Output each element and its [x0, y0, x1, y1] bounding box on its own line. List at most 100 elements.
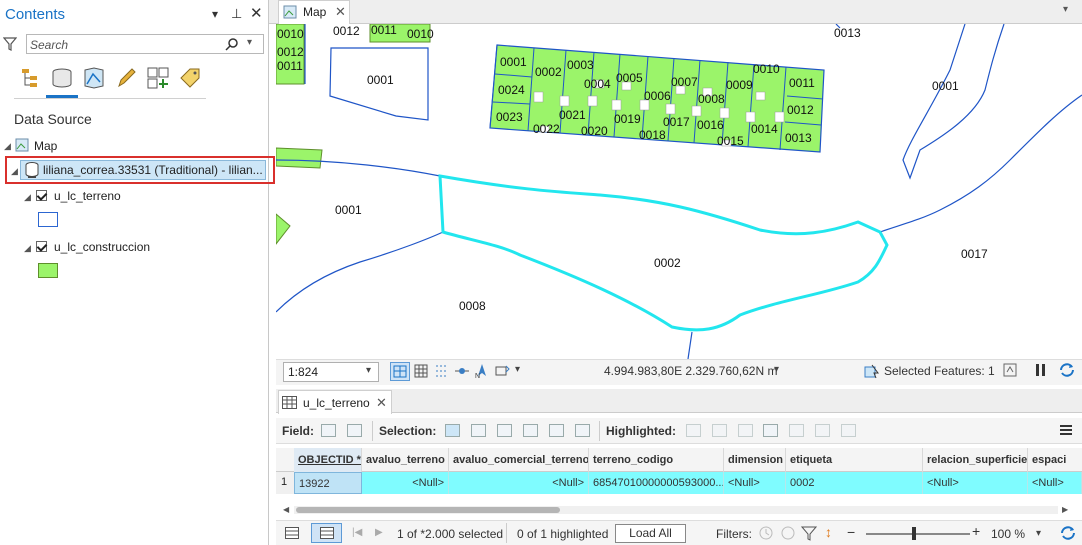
selected-parcel-0002[interactable]: [438, 174, 889, 332]
add-field-icon[interactable]: [321, 424, 336, 437]
pan-to-highlighted-icon[interactable]: [712, 424, 727, 437]
refresh-map-icon[interactable]: [1003, 363, 1017, 380]
list-by-snapping-icon[interactable]: [146, 66, 170, 90]
data-source-expander[interactable]: ◢: [11, 166, 18, 177]
first-record-icon[interactable]: |◀: [352, 527, 362, 538]
grid-icon[interactable]: [414, 364, 428, 381]
unselect-highlighted-icon[interactable]: [789, 424, 804, 437]
range-filter-icon[interactable]: [780, 525, 796, 544]
row-selector[interactable]: 1: [276, 472, 295, 494]
selected-features-label[interactable]: Selected Features: 1: [884, 364, 995, 378]
building-left-low[interactable]: [276, 213, 291, 245]
table-zoom-dropdown-icon[interactable]: ▾: [1036, 528, 1041, 539]
switch-selection-icon[interactable]: [497, 424, 512, 437]
map-canvas[interactable]: 0010 0012 0011 0012 0011 0010 0001 0013 …: [276, 24, 1082, 359]
map-tab-menu-icon[interactable]: ▾: [1063, 4, 1068, 15]
show-selected-records-icon[interactable]: [311, 523, 342, 543]
list-by-data-source-icon[interactable]: [50, 66, 74, 90]
flash-highlighted-icon[interactable]: [738, 424, 753, 437]
search-input[interactable]: Search ▾: [26, 34, 264, 54]
list-by-labeling-icon[interactable]: [178, 66, 202, 90]
time-filter-icon[interactable]: [758, 525, 774, 544]
scale-selector[interactable]: 1:824 ▾: [283, 362, 379, 382]
clear-selection-icon[interactable]: [549, 424, 564, 437]
zoom-to-selection-icon[interactable]: [471, 424, 486, 437]
navigation-dropdown-icon[interactable]: ▾: [515, 364, 520, 375]
pane-menu-icon[interactable]: ▾: [212, 7, 218, 21]
list-by-editing-icon[interactable]: [114, 66, 138, 90]
table-options-menu-icon[interactable]: [1059, 423, 1073, 440]
map-drawing[interactable]: 0010 0012 0011 0012 0011 0010 0001 0013 …: [276, 24, 1082, 359]
terreno-layer-label[interactable]: u_lc_terreno: [54, 189, 121, 203]
terreno-expander[interactable]: ◢: [24, 192, 31, 203]
close-pane-icon[interactable]: ✕: [250, 4, 263, 22]
zoom-out-icon[interactable]: −: [847, 524, 855, 540]
table-refresh-icon[interactable]: [1059, 524, 1077, 545]
table-cell[interactable]: <Null>: [362, 472, 449, 494]
map-node-expander[interactable]: ◢: [4, 141, 11, 152]
refresh-icon[interactable]: [1058, 361, 1076, 382]
column-header-espaci[interactable]: espaci: [1028, 448, 1082, 472]
constraints-icon[interactable]: [434, 364, 450, 381]
building-left-mid[interactable]: [276, 147, 323, 169]
measure-icon[interactable]: [454, 364, 470, 381]
terreno-visibility-checkbox[interactable]: [36, 190, 47, 201]
copy-highlighted-icon[interactable]: [841, 424, 856, 437]
construccion-symbol[interactable]: [38, 263, 58, 278]
table-cell[interactable]: 68547010000000593000...: [589, 472, 724, 494]
table-cell[interactable]: <Null>: [449, 472, 589, 494]
pause-drawing-icon[interactable]: [1034, 363, 1048, 380]
delete-selected-icon[interactable]: [575, 424, 590, 437]
table-zoom-slider[interactable]: [866, 533, 970, 535]
scroll-right-icon[interactable]: ▶: [1062, 505, 1068, 514]
table-cell[interactable]: <Null>: [1028, 472, 1082, 494]
filter-icon[interactable]: [2, 36, 18, 55]
scroll-left-icon[interactable]: ◀: [283, 505, 289, 514]
column-header-terreno-codigo[interactable]: terreno_codigo: [589, 448, 724, 472]
rotate-icon[interactable]: [494, 364, 510, 381]
select-all-icon[interactable]: [523, 424, 538, 437]
construccion-visibility-checkbox[interactable]: [36, 241, 47, 252]
zoom-in-icon[interactable]: +: [972, 523, 980, 539]
snapping-toggle-icon[interactable]: [390, 362, 410, 381]
column-header-dimension[interactable]: dimension: [724, 448, 786, 472]
switch-highlighted-icon[interactable]: [763, 424, 778, 437]
list-by-selection-icon[interactable]: [82, 66, 106, 90]
coordinate-units-dropdown-icon[interactable]: ▾: [774, 364, 779, 375]
column-header-avaluo-comercial-terreno[interactable]: avaluo_comercial_terreno: [449, 448, 589, 472]
definition-query-filter-icon[interactable]: [800, 525, 818, 544]
table-cell[interactable]: 0002: [786, 472, 923, 494]
column-header-relacion-superficie[interactable]: relacion_superficie: [923, 448, 1028, 472]
construccion-layer-label[interactable]: u_lc_construccion: [54, 240, 150, 254]
table-cell[interactable]: <Null>: [923, 472, 1028, 494]
zoom-to-highlighted-icon[interactable]: [686, 424, 701, 437]
table-zoom-value[interactable]: 100 %: [991, 527, 1025, 541]
column-header-etiqueta[interactable]: etiqueta: [786, 448, 923, 472]
data-source-label[interactable]: liliana_correa.33531 (Traditional) - lil…: [43, 163, 263, 177]
construccion-expander[interactable]: ◢: [24, 243, 31, 254]
show-all-records-icon[interactable]: [285, 527, 299, 542]
tab-attribute-table[interactable]: u_lc_terreno ✕: [278, 390, 392, 414]
list-by-drawing-order-icon[interactable]: [20, 66, 44, 90]
calculate-field-icon[interactable]: [347, 424, 362, 437]
map-node-label[interactable]: Map: [34, 139, 57, 153]
selected-features-icon[interactable]: [864, 363, 880, 382]
table-tab-close-icon[interactable]: ✕: [376, 395, 387, 411]
tab-map[interactable]: Map ✕: [278, 0, 350, 24]
terreno-symbol[interactable]: [38, 212, 58, 227]
sort-icon[interactable]: ↕: [825, 524, 832, 540]
delete-highlighted-icon[interactable]: [815, 424, 830, 437]
table-cell[interactable]: 13922: [294, 472, 362, 494]
next-record-icon[interactable]: ▶: [375, 527, 383, 538]
scrollbar-thumb[interactable]: [296, 507, 560, 513]
select-by-attributes-icon[interactable]: [445, 424, 460, 437]
north-arrow-icon[interactable]: N: [474, 363, 490, 382]
search-dropdown-icon[interactable]: ▾: [247, 37, 252, 48]
column-header-objectid[interactable]: OBJECTID *: [294, 448, 362, 472]
table-zoom-slider-thumb[interactable]: [912, 527, 916, 540]
pin-icon[interactable]: ⊥: [231, 6, 242, 22]
load-all-button[interactable]: Load All: [615, 524, 686, 543]
map-tab-close-icon[interactable]: ✕: [335, 4, 346, 20]
table-cell[interactable]: <Null>: [724, 472, 786, 494]
search-icon[interactable]: [225, 37, 239, 51]
